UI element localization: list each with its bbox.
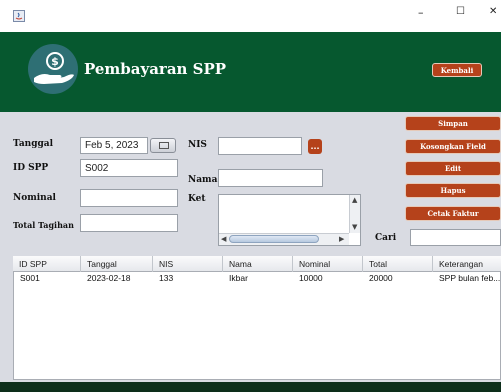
simpan-button[interactable]: Simpan xyxy=(405,116,501,131)
hapus-button[interactable]: Hapus xyxy=(405,183,501,198)
column-header-total[interactable]: Total xyxy=(363,256,433,272)
scroll-right-icon[interactable]: ▶ xyxy=(339,235,344,243)
scroll-left-icon[interactable]: ◀ xyxy=(221,235,226,243)
column-header-nominal[interactable]: Nominal xyxy=(293,256,363,272)
table-cell: S001 xyxy=(20,273,40,283)
minimize-icon[interactable]: – xyxy=(418,6,424,19)
table-row[interactable]: S001 2023-02-18 133 Ikbar 10000 20000 SP… xyxy=(14,272,500,284)
app-java-icon xyxy=(13,10,25,22)
maximize-icon[interactable]: ☐ xyxy=(456,6,465,17)
nis-label: NIS xyxy=(188,140,207,150)
id-spp-field[interactable]: S002 xyxy=(80,159,178,177)
search-input[interactable] xyxy=(410,229,501,246)
table-cell: Ikbar xyxy=(229,273,248,283)
table-cell: SPP bulan feb... xyxy=(439,273,500,283)
table-cell: 133 xyxy=(159,273,174,283)
table-cell: 2023-02-18 xyxy=(87,273,131,283)
column-header-keterangan[interactable]: Keterangan xyxy=(433,256,501,272)
nama-field[interactable] xyxy=(218,169,323,187)
table-cell: 20000 xyxy=(369,273,393,283)
nominal-field[interactable] xyxy=(80,189,178,207)
back-button[interactable]: Kembali xyxy=(432,63,482,77)
page-title: Pembayaran SPP xyxy=(84,60,227,78)
scroll-down-icon[interactable]: ▼ xyxy=(352,223,357,231)
calendar-button[interactable] xyxy=(150,138,176,153)
column-header-nama[interactable]: Nama xyxy=(223,256,293,272)
ket-vertical-scrollbar[interactable]: ▲ ▼ xyxy=(349,195,360,233)
money-hand-icon: $ xyxy=(28,44,78,94)
kosongkan-field-button[interactable]: Kosongkan Field xyxy=(405,139,501,154)
cari-label: Cari xyxy=(375,233,397,243)
total-tagihan-field[interactable] xyxy=(80,214,178,232)
nama-label: Nama xyxy=(188,175,218,185)
tanggal-date-field[interactable]: Feb 5, 2023 xyxy=(80,137,148,154)
tanggal-label: Tanggal xyxy=(13,139,54,149)
nis-browse-button[interactable]: ... xyxy=(308,139,322,154)
close-icon[interactable]: ✕ xyxy=(489,6,497,17)
cetak-faktur-button[interactable]: Cetak Faktur xyxy=(405,206,501,221)
table-header: ID SPP Tanggal NIS Nama Nominal Total Ke… xyxy=(13,256,501,272)
svg-text:$: $ xyxy=(51,55,59,68)
footer-bar xyxy=(0,382,501,392)
ket-label: Ket xyxy=(188,194,206,204)
id-spp-label: ID SPP xyxy=(13,163,49,173)
edit-button[interactable]: Edit xyxy=(405,161,501,176)
table-cell: 10000 xyxy=(299,273,323,283)
window-titlebar xyxy=(0,0,501,32)
column-header-tanggal[interactable]: Tanggal xyxy=(81,256,153,272)
total-tagihan-label: Total Tagihan xyxy=(13,220,74,230)
scroll-up-icon[interactable]: ▲ xyxy=(352,196,357,204)
nominal-label: Nominal xyxy=(13,193,56,203)
nis-field[interactable] xyxy=(218,137,302,155)
ket-scroll-thumb[interactable] xyxy=(229,235,319,243)
column-header-id-spp[interactable]: ID SPP xyxy=(13,256,81,272)
column-header-nis[interactable]: NIS xyxy=(153,256,223,272)
calendar-icon xyxy=(159,142,169,149)
